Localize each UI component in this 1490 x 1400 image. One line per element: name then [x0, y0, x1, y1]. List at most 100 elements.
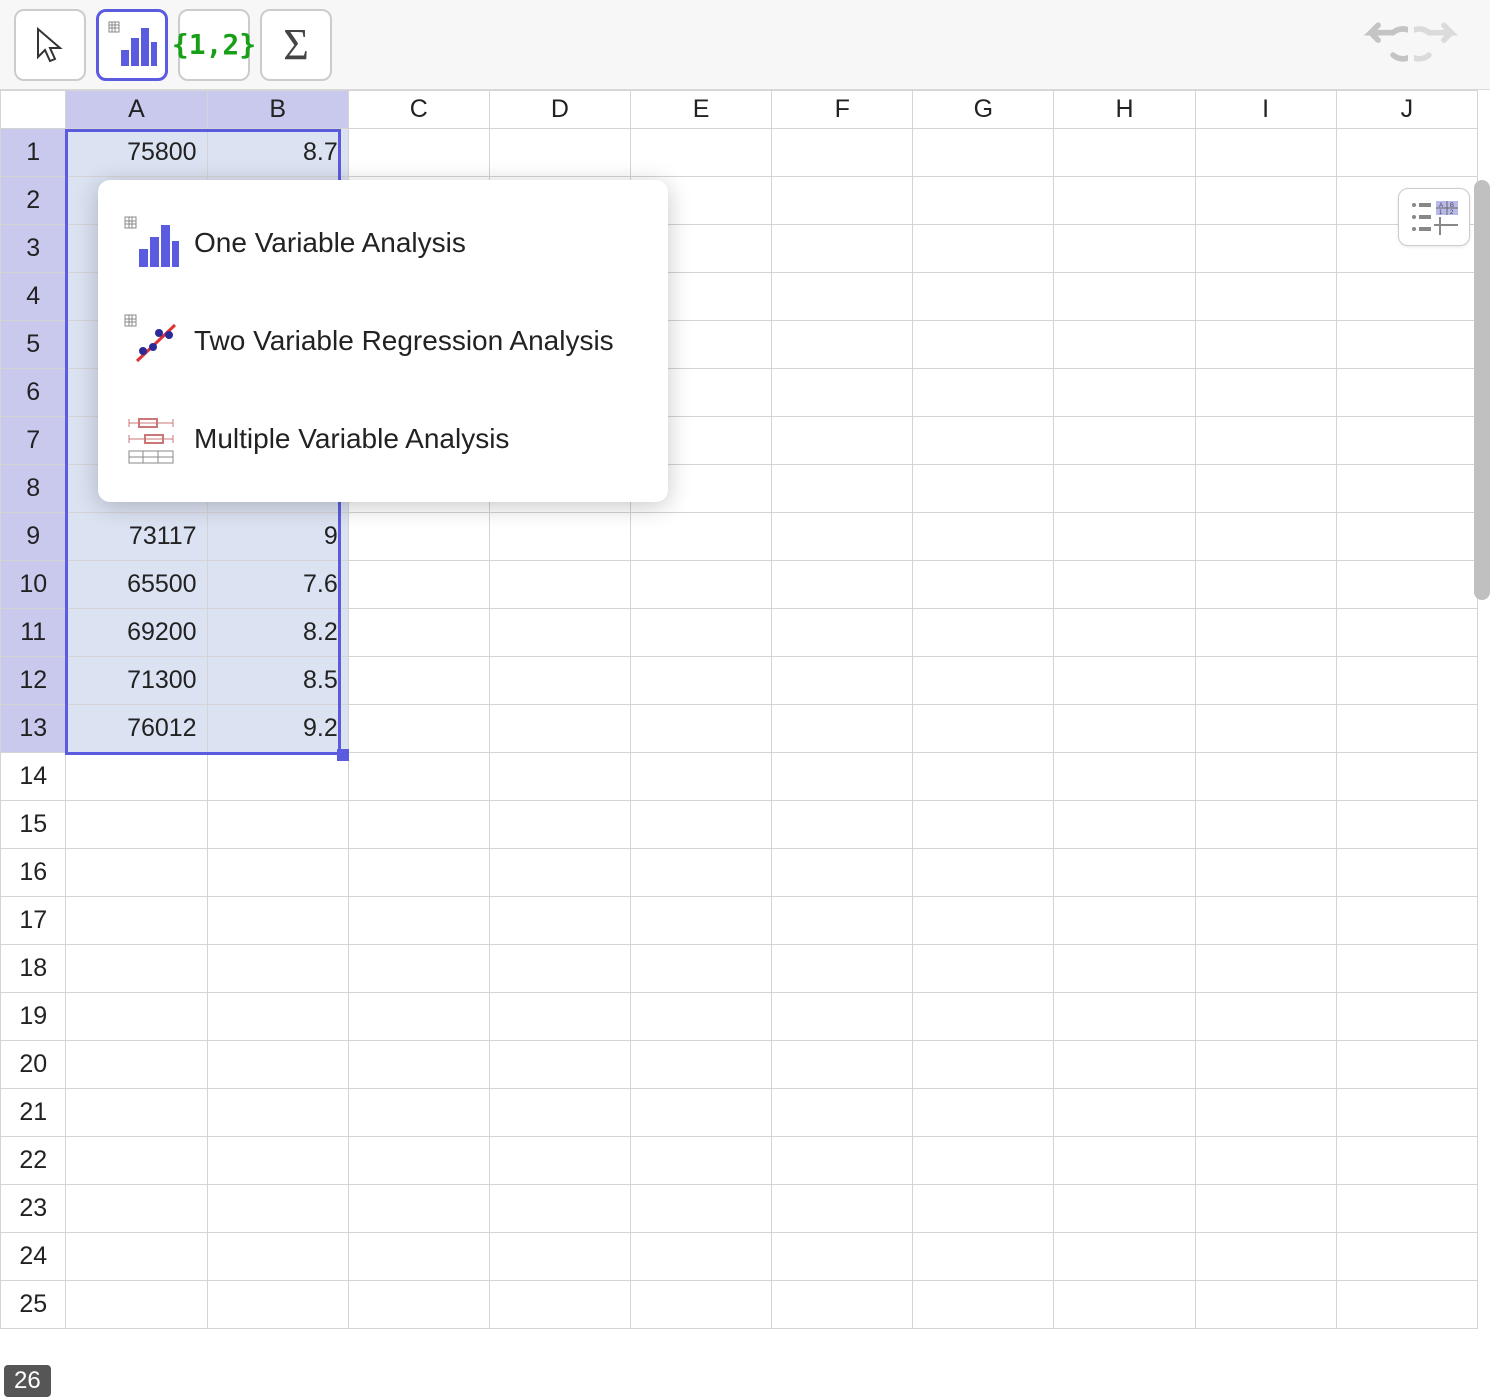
cell-B9[interactable]: 9 — [207, 513, 348, 561]
cell-B18[interactable] — [207, 945, 348, 993]
cell-D15[interactable] — [489, 801, 630, 849]
cell-I11[interactable] — [1195, 609, 1336, 657]
cell-B15[interactable] — [207, 801, 348, 849]
cell-J13[interactable] — [1336, 705, 1477, 753]
cell-D1[interactable] — [489, 129, 630, 177]
cell-I15[interactable] — [1195, 801, 1336, 849]
cell-H25[interactable] — [1054, 1281, 1195, 1329]
cell-D23[interactable] — [489, 1185, 630, 1233]
row-header-21[interactable]: 21 — [1, 1089, 66, 1137]
cell-H8[interactable] — [1054, 465, 1195, 513]
cell-E25[interactable] — [631, 1281, 772, 1329]
cell-H18[interactable] — [1054, 945, 1195, 993]
cell-C10[interactable] — [348, 561, 489, 609]
row-header-15[interactable]: 15 — [1, 801, 66, 849]
cell-A1[interactable]: 75800 — [66, 129, 207, 177]
cell-F15[interactable] — [772, 801, 913, 849]
cell-J24[interactable] — [1336, 1233, 1477, 1281]
cell-G18[interactable] — [913, 945, 1054, 993]
row-header-7[interactable]: 7 — [1, 417, 66, 465]
col-header-H[interactable]: H — [1054, 91, 1195, 129]
cell-B19[interactable] — [207, 993, 348, 1041]
one-variable-analysis-item[interactable]: One Variable Analysis — [98, 194, 668, 292]
cell-I18[interactable] — [1195, 945, 1336, 993]
cell-E22[interactable] — [631, 1137, 772, 1185]
cell-J8[interactable] — [1336, 465, 1477, 513]
cell-B13[interactable]: 9.2 — [207, 705, 348, 753]
row-header-4[interactable]: 4 — [1, 273, 66, 321]
cell-C19[interactable] — [348, 993, 489, 1041]
cell-B12[interactable]: 8.5 — [207, 657, 348, 705]
cell-D19[interactable] — [489, 993, 630, 1041]
cell-F23[interactable] — [772, 1185, 913, 1233]
cell-J9[interactable] — [1336, 513, 1477, 561]
cell-I5[interactable] — [1195, 321, 1336, 369]
row-header-23[interactable]: 23 — [1, 1185, 66, 1233]
cell-I3[interactable] — [1195, 225, 1336, 273]
cell-A23[interactable] — [66, 1185, 207, 1233]
cell-B11[interactable]: 8.2 — [207, 609, 348, 657]
sum-tool-button[interactable]: Σ — [260, 9, 332, 81]
cell-E11[interactable] — [631, 609, 772, 657]
cell-A16[interactable] — [66, 849, 207, 897]
cell-C1[interactable] — [348, 129, 489, 177]
cell-I16[interactable] — [1195, 849, 1336, 897]
cell-I25[interactable] — [1195, 1281, 1336, 1329]
cell-H7[interactable] — [1054, 417, 1195, 465]
cell-B20[interactable] — [207, 1041, 348, 1089]
cell-E20[interactable] — [631, 1041, 772, 1089]
cell-G5[interactable] — [913, 321, 1054, 369]
cell-H2[interactable] — [1054, 177, 1195, 225]
undo-button[interactable] — [1352, 14, 1408, 75]
cell-G16[interactable] — [913, 849, 1054, 897]
cell-D10[interactable] — [489, 561, 630, 609]
col-header-I[interactable]: I — [1195, 91, 1336, 129]
cell-F4[interactable] — [772, 273, 913, 321]
cell-G6[interactable] — [913, 369, 1054, 417]
cell-I22[interactable] — [1195, 1137, 1336, 1185]
cell-F16[interactable] — [772, 849, 913, 897]
cell-H17[interactable] — [1054, 897, 1195, 945]
cell-E19[interactable] — [631, 993, 772, 1041]
two-variable-regression-item[interactable]: Two Variable Regression Analysis — [98, 292, 668, 390]
cell-E14[interactable] — [631, 753, 772, 801]
cell-A10[interactable]: 65500 — [66, 561, 207, 609]
cell-B16[interactable] — [207, 849, 348, 897]
cell-F21[interactable] — [772, 1089, 913, 1137]
cell-C15[interactable] — [348, 801, 489, 849]
cell-F22[interactable] — [772, 1137, 913, 1185]
cell-J12[interactable] — [1336, 657, 1477, 705]
cell-J19[interactable] — [1336, 993, 1477, 1041]
cell-E21[interactable] — [631, 1089, 772, 1137]
cell-A9[interactable]: 73117 — [66, 513, 207, 561]
cell-H20[interactable] — [1054, 1041, 1195, 1089]
row-header-12[interactable]: 12 — [1, 657, 66, 705]
corner-cell[interactable] — [1, 91, 66, 129]
cell-F13[interactable] — [772, 705, 913, 753]
spreadsheet-options-button[interactable]: AB 12 — [1398, 188, 1470, 246]
cell-H16[interactable] — [1054, 849, 1195, 897]
cell-G4[interactable] — [913, 273, 1054, 321]
cell-F8[interactable] — [772, 465, 913, 513]
cell-J14[interactable] — [1336, 753, 1477, 801]
cell-A15[interactable] — [66, 801, 207, 849]
cell-H22[interactable] — [1054, 1137, 1195, 1185]
cell-C13[interactable] — [348, 705, 489, 753]
cell-H3[interactable] — [1054, 225, 1195, 273]
cell-J22[interactable] — [1336, 1137, 1477, 1185]
multiple-variable-analysis-item[interactable]: Multiple Variable Analysis — [98, 390, 668, 488]
row-header-26[interactable]: 26 — [4, 1365, 51, 1397]
cell-H12[interactable] — [1054, 657, 1195, 705]
cell-F11[interactable] — [772, 609, 913, 657]
row-header-8[interactable]: 8 — [1, 465, 66, 513]
cell-E13[interactable] — [631, 705, 772, 753]
row-header-2[interactable]: 2 — [1, 177, 66, 225]
cell-G7[interactable] — [913, 417, 1054, 465]
move-tool-button[interactable] — [14, 9, 86, 81]
cell-D20[interactable] — [489, 1041, 630, 1089]
col-header-E[interactable]: E — [631, 91, 772, 129]
row-header-19[interactable]: 19 — [1, 993, 66, 1041]
cell-H13[interactable] — [1054, 705, 1195, 753]
cell-J21[interactable] — [1336, 1089, 1477, 1137]
cell-C17[interactable] — [348, 897, 489, 945]
